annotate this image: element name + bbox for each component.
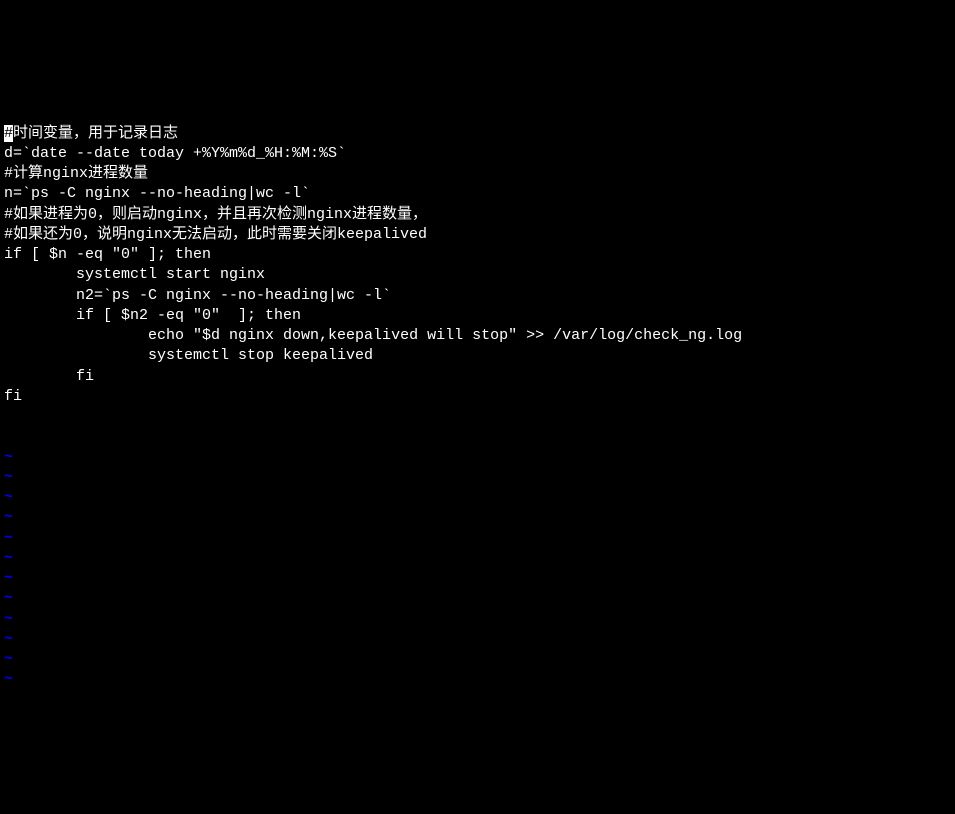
empty-line-tilde: ~ [4,448,951,468]
code-line[interactable]: d=`date --date today +%Y%m%d_%H:%M:%S` [4,144,951,164]
code-line[interactable]: if [ $n2 -eq "0" ]; then [4,306,951,326]
empty-line-tilde: ~ [4,529,951,549]
empty-line-tilde: ~ [4,549,951,569]
empty-line-tilde: ~ [4,650,951,670]
code-line[interactable]: systemctl stop keepalived [4,346,951,366]
code-line[interactable]: #如果进程为0，则启动nginx，并且再次检测nginx进程数量， [4,205,951,225]
cursor: # [4,125,13,142]
code-line[interactable]: #如果还为0，说明nginx无法启动，此时需要关闭keepalived [4,225,951,245]
editor-content[interactable]: #时间变量，用于记录日志d=`date --date today +%Y%m%d… [4,124,951,408]
code-line[interactable]: fi [4,367,951,387]
empty-line-tilde: ~ [4,508,951,528]
empty-line-tilde: ~ [4,569,951,589]
code-line[interactable]: systemctl start nginx [4,265,951,285]
editor-empty-lines: ~~~~~~~~~~~~ [4,448,951,691]
code-line[interactable]: #计算nginx进程数量 [4,164,951,184]
code-line[interactable]: #时间变量，用于记录日志 [4,124,951,144]
terminal-editor[interactable]: #时间变量，用于记录日志d=`date --date today +%Y%m%d… [0,81,955,713]
code-line[interactable]: n2=`ps -C nginx --no-heading|wc -l` [4,286,951,306]
empty-line-tilde: ~ [4,589,951,609]
empty-line-tilde: ~ [4,610,951,630]
code-line[interactable]: n=`ps -C nginx --no-heading|wc -l` [4,184,951,204]
code-line[interactable]: if [ $n -eq "0" ]; then [4,245,951,265]
empty-line-tilde: ~ [4,488,951,508]
code-line[interactable]: fi [4,387,951,407]
empty-line-tilde: ~ [4,630,951,650]
empty-line-tilde: ~ [4,468,951,488]
empty-line-tilde: ~ [4,670,951,690]
code-line[interactable]: echo "$d nginx down,keepalived will stop… [4,326,951,346]
